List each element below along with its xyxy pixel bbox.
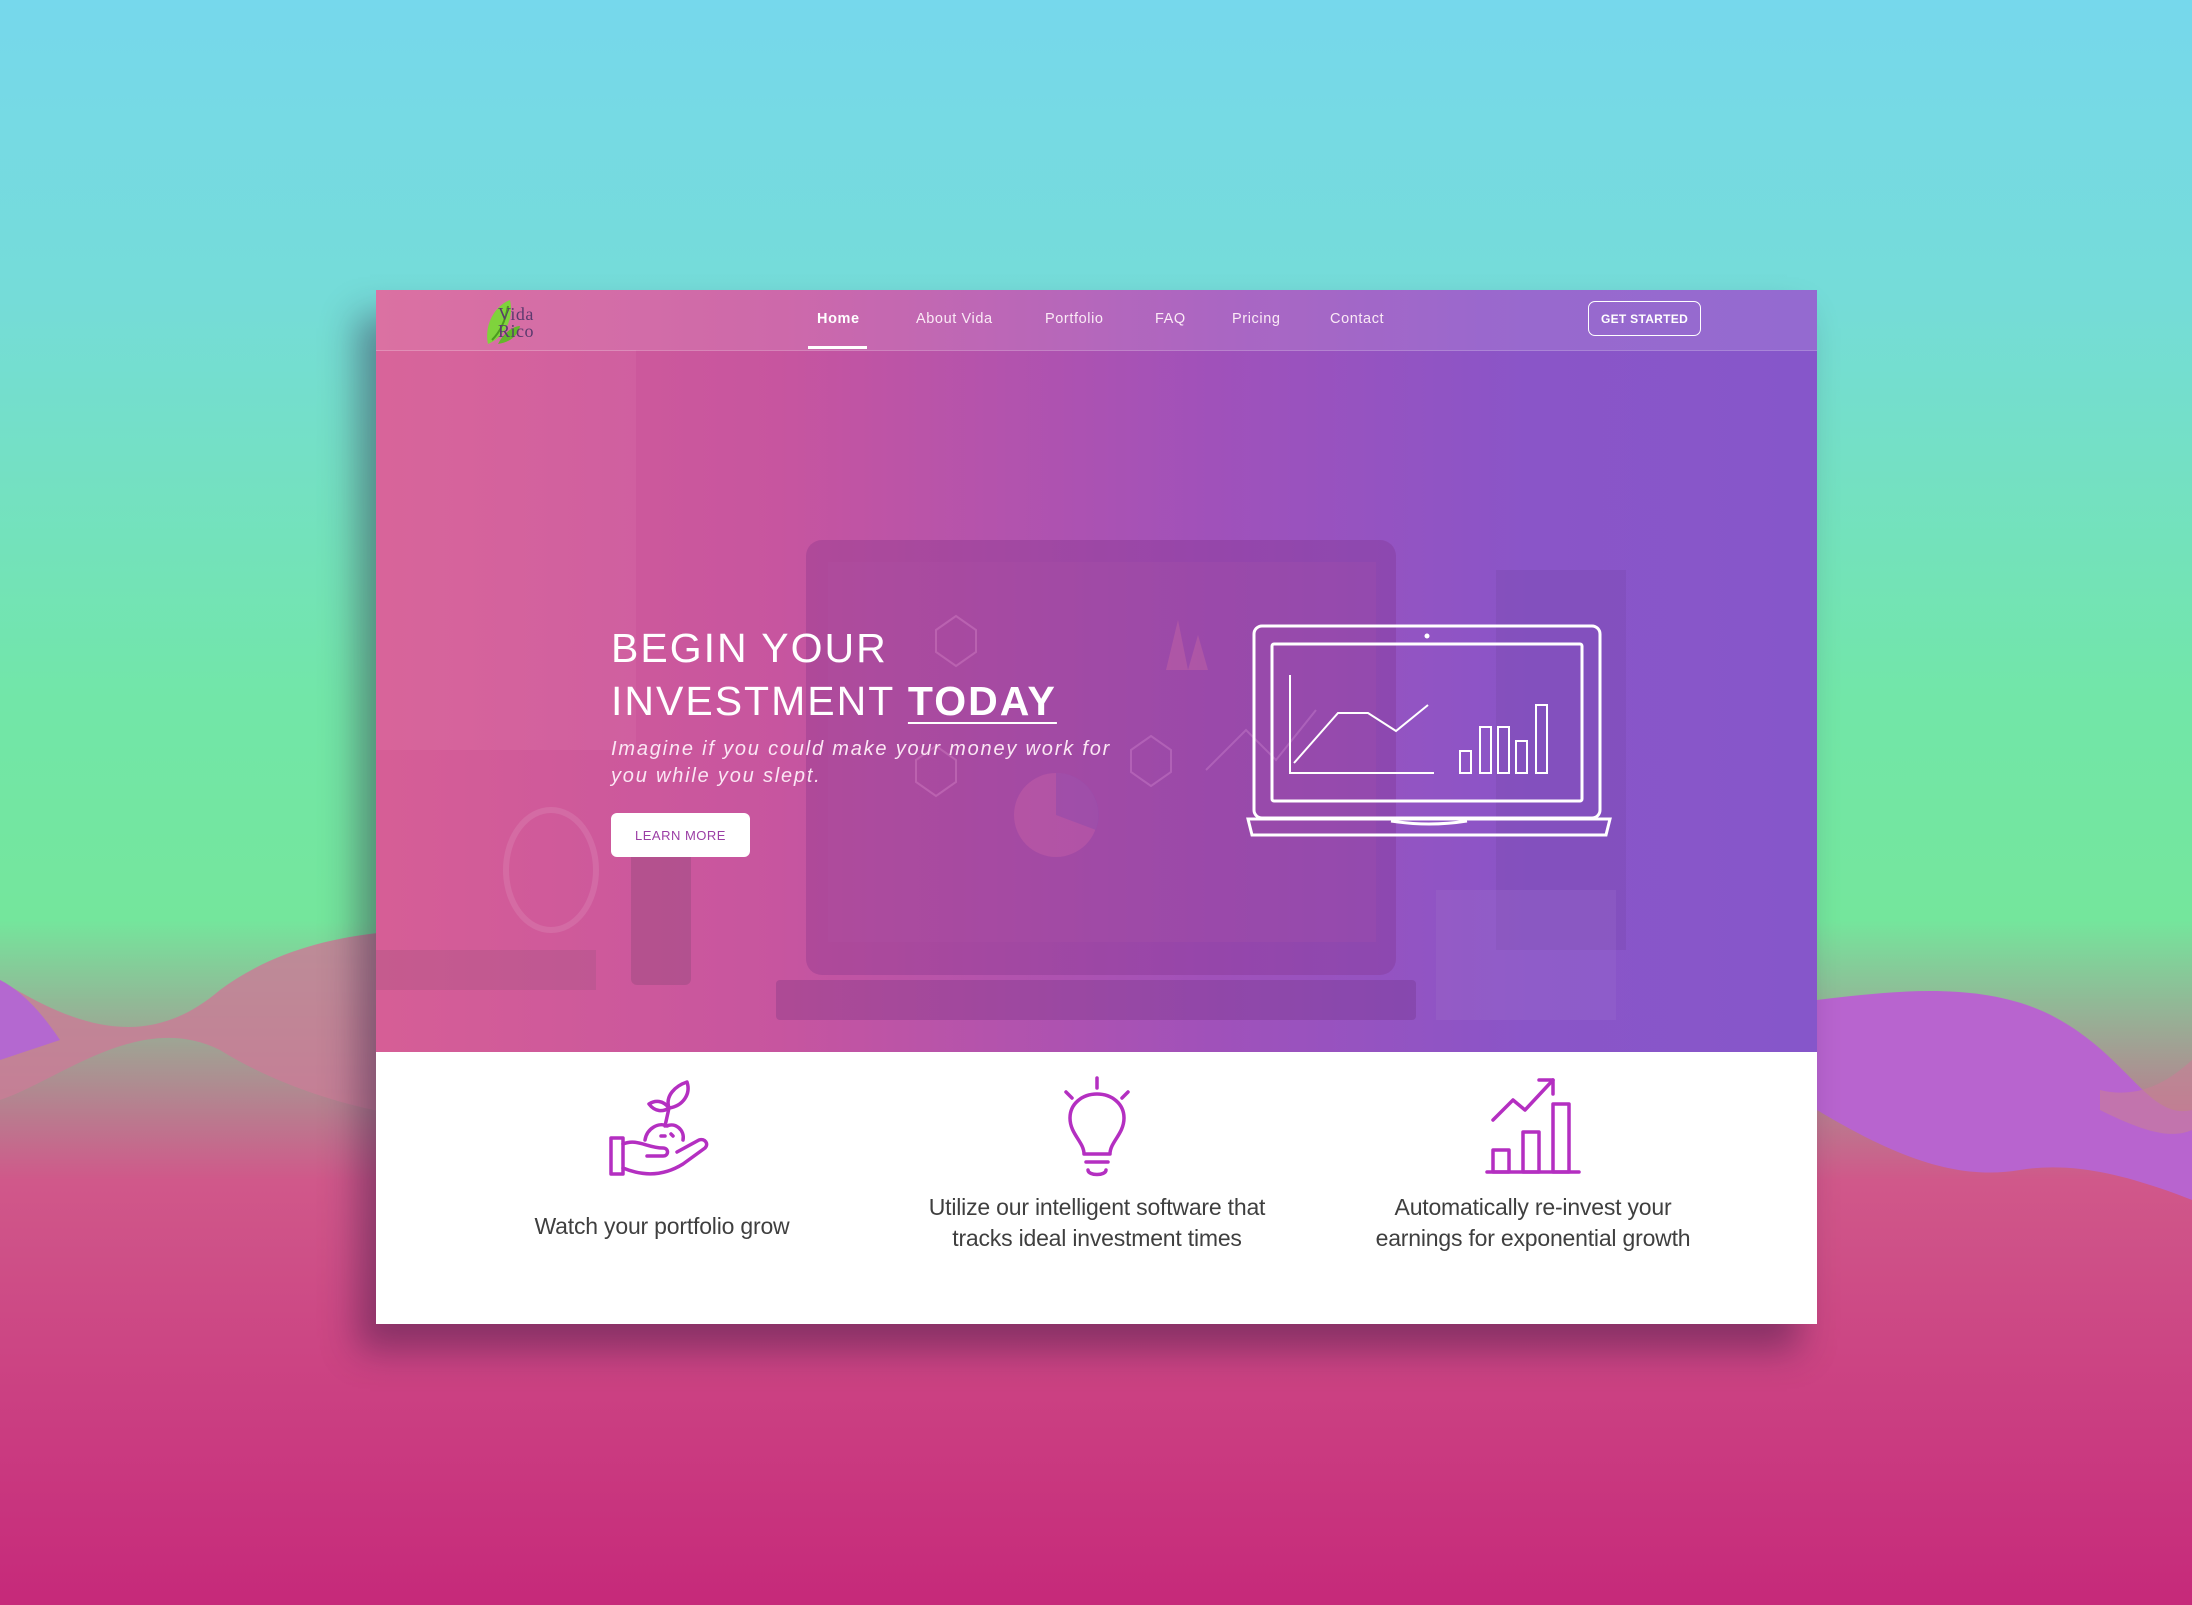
nav-portfolio[interactable]: Portfolio xyxy=(1045,311,1104,327)
hero-subtitle: Imagine if you could make your money wor… xyxy=(611,738,1112,787)
hero-section: Vida Rico Home About Vida Portfolio FAQ … xyxy=(376,290,1817,1052)
growth-chart-icon xyxy=(1485,1078,1581,1174)
feature-software-text: Utilize our intelligent software that tr… xyxy=(928,1194,1266,1251)
hero-title-line2: INVESTMENT xyxy=(611,678,895,724)
nav-faq[interactable]: FAQ xyxy=(1155,311,1186,327)
nav-home[interactable]: Home xyxy=(817,311,860,327)
website-mockup: Vida Rico Home About Vida Portfolio FAQ … xyxy=(376,290,1817,1324)
plant-in-hand-icon xyxy=(609,1080,709,1176)
lightbulb-icon xyxy=(1064,1076,1130,1177)
feature-software: Utilize our intelligent software that tr… xyxy=(927,1052,1267,1324)
feature-portfolio-text: Watch your portfolio grow xyxy=(534,1213,790,1239)
nav-contact[interactable]: Contact xyxy=(1330,311,1384,327)
feature-reinvest: Automatically re-invest your earnings fo… xyxy=(1363,1052,1703,1324)
top-navbar: Vida Rico Home About Vida Portfolio FAQ … xyxy=(376,290,1817,351)
feature-portfolio: Watch your portfolio grow xyxy=(492,1052,832,1324)
hero-title-accent: TODAY xyxy=(907,678,1057,724)
feature-reinvest-text: Automatically re-invest your earnings fo… xyxy=(1375,1194,1691,1251)
hero-content: BEGIN YOUR INVESTMENT TODAY Imagine if y… xyxy=(611,622,1131,857)
nav-about[interactable]: About Vida xyxy=(916,311,993,327)
laptop-chart-icon xyxy=(1246,624,1612,837)
learn-more-button[interactable]: LEARN MORE xyxy=(611,813,750,857)
nav-pricing[interactable]: Pricing xyxy=(1232,311,1281,327)
active-nav-indicator xyxy=(808,346,867,349)
hero-title-line1: BEGIN YOUR xyxy=(611,625,888,671)
hero-title: BEGIN YOUR INVESTMENT TODAY xyxy=(611,622,1131,728)
features-section: Watch your portfolio grow Utilize our in… xyxy=(376,1052,1817,1324)
get-started-button[interactable]: GET STARTED xyxy=(1588,301,1701,336)
